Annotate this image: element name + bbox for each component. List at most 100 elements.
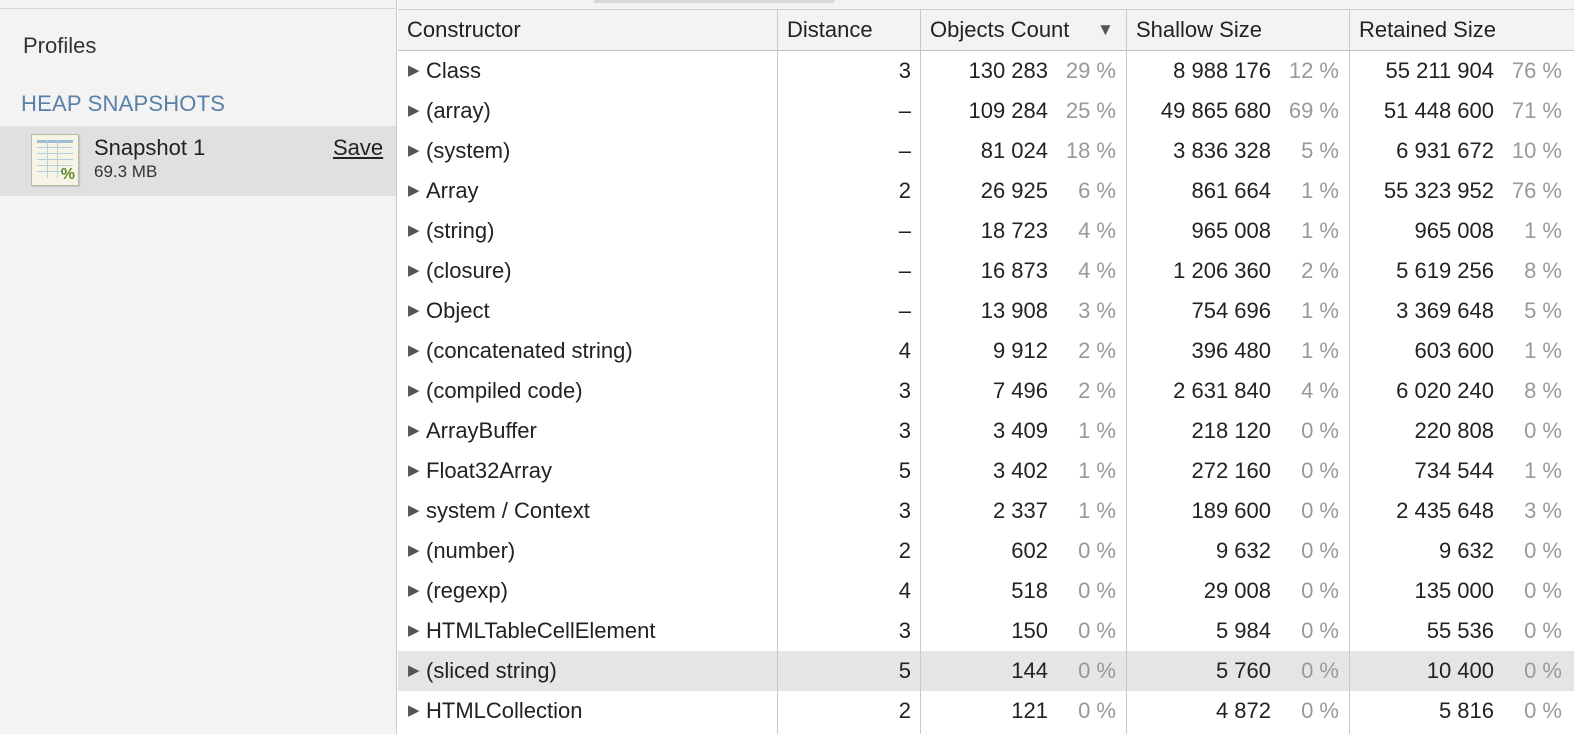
cell-retained-pct: 76 % bbox=[1511, 178, 1562, 203]
snapshot-name: Snapshot 1 bbox=[94, 135, 206, 160]
table-row[interactable]: ▶ HTMLTableCellElement 3 150 0 % 5 984 0 % 55 5… bbox=[398, 611, 1574, 651]
table-row[interactable]: ▶ (sliced string) 5 144 0 % 5 760 0 % 10 400 0 % bbox=[398, 651, 1574, 691]
expand-triangle-icon[interactable]: ▶ bbox=[408, 211, 420, 251]
table-row[interactable]: ▶ ArrayBuffer 3 3 409 1 % 218 120 0 % 220 808 0 … bbox=[398, 411, 1574, 451]
cell-count-pct: 4 % bbox=[1078, 218, 1116, 243]
column-header-distance[interactable]: Distance bbox=[778, 10, 921, 50]
cell-retained: 9 632 bbox=[1438, 538, 1494, 563]
table-row[interactable]: ▶ (regexp) 4 518 0 % 29 008 0 % 135 000 0 % bbox=[398, 571, 1574, 611]
expand-triangle-icon[interactable]: ▶ bbox=[408, 651, 420, 691]
cell-count-pct: 3 % bbox=[1078, 298, 1116, 323]
column-divider[interactable] bbox=[1126, 10, 1127, 734]
cell-retained: 55 536 bbox=[1426, 618, 1494, 643]
cell-distance: – bbox=[898, 98, 911, 123]
constructor-name: ArrayBuffer bbox=[426, 418, 537, 443]
cell-shallow-pct: 1 % bbox=[1301, 338, 1339, 363]
expand-triangle-icon[interactable]: ▶ bbox=[408, 51, 420, 91]
cell-count-pct: 29 % bbox=[1065, 58, 1116, 83]
cell-count-pct: 1 % bbox=[1078, 458, 1116, 483]
cell-shallow: 29 008 bbox=[1203, 578, 1271, 603]
expand-triangle-icon[interactable]: ▶ bbox=[408, 251, 420, 291]
cell-retained-pct: 1 % bbox=[1524, 218, 1562, 243]
expand-triangle-icon[interactable]: ▶ bbox=[408, 371, 420, 411]
cell-shallow: 8 988 176 bbox=[1173, 58, 1271, 83]
cell-shallow-pct: 0 % bbox=[1301, 618, 1339, 643]
cell-retained: 220 808 bbox=[1414, 418, 1494, 443]
cell-distance: 5 bbox=[898, 458, 911, 483]
cell-shallow-pct: 2 % bbox=[1301, 258, 1339, 283]
cell-retained: 965 008 bbox=[1414, 218, 1494, 243]
table-row[interactable]: ▶ (concatenated string) 4 9 912 2 % 396 480 1 … bbox=[398, 331, 1574, 371]
table-row[interactable]: ▶ Object – 13 908 3 % 754 696 1 % 3 369 648 5 % bbox=[398, 291, 1574, 331]
cell-shallow: 218 120 bbox=[1191, 418, 1271, 443]
cell-count-pct: 25 % bbox=[1065, 98, 1116, 123]
column-divider[interactable] bbox=[920, 10, 921, 734]
expand-triangle-icon[interactable]: ▶ bbox=[408, 411, 420, 451]
expand-triangle-icon[interactable]: ▶ bbox=[408, 611, 420, 651]
cell-distance: 4 bbox=[898, 338, 911, 363]
cell-shallow-pct: 4 % bbox=[1301, 378, 1339, 403]
cell-count-pct: 18 % bbox=[1065, 138, 1116, 163]
sort-descending-icon: ▼ bbox=[1097, 20, 1114, 39]
cell-retained-pct: 0 % bbox=[1524, 658, 1562, 683]
cell-retained-pct: 8 % bbox=[1524, 258, 1562, 283]
cell-retained-pct: 8 % bbox=[1524, 378, 1562, 403]
column-header-constructor[interactable]: Constructor bbox=[398, 10, 778, 50]
expand-triangle-icon[interactable]: ▶ bbox=[408, 331, 420, 371]
cell-shallow-pct: 1 % bbox=[1301, 298, 1339, 323]
table-row[interactable]: ▶ Array 2 26 925 6 % 861 664 1 % 55 323 952 76 % bbox=[398, 171, 1574, 211]
save-snapshot-link[interactable]: Save bbox=[333, 135, 383, 161]
expand-triangle-icon[interactable]: ▶ bbox=[408, 571, 420, 611]
column-divider[interactable] bbox=[1349, 10, 1350, 734]
cell-retained-pct: 5 % bbox=[1524, 298, 1562, 323]
table-row[interactable]: ▶ (array) – 109 284 25 % 49 865 680 69 % 51 448… bbox=[398, 91, 1574, 131]
cell-distance: 2 bbox=[898, 538, 911, 563]
cell-count-pct: 4 % bbox=[1078, 258, 1116, 283]
column-divider[interactable] bbox=[777, 10, 778, 734]
expand-triangle-icon[interactable]: ▶ bbox=[408, 491, 420, 531]
objects-count-label: Objects Count bbox=[930, 17, 1070, 42]
cell-distance: – bbox=[898, 298, 911, 323]
cell-distance: 3 bbox=[898, 418, 911, 443]
expand-triangle-icon[interactable]: ▶ bbox=[408, 691, 420, 731]
sidebar-item-snapshot-1[interactable]: % Snapshot 1 69.3 MB Save bbox=[0, 126, 396, 196]
table-row[interactable]: ▶ (compiled code) 3 7 496 2 % 2 631 840 4 % 6 0… bbox=[398, 371, 1574, 411]
cell-shallow-pct: 1 % bbox=[1301, 218, 1339, 243]
cell-shallow-pct: 1 % bbox=[1301, 178, 1339, 203]
table-row[interactable]: ▶ (closure) – 16 873 4 % 1 206 360 2 % 5 619 25… bbox=[398, 251, 1574, 291]
cell-retained: 10 400 bbox=[1426, 658, 1494, 683]
table-row[interactable]: ▶ Class 3 130 283 29 % 8 988 176 12 % 55 211 90… bbox=[398, 51, 1574, 91]
expand-triangle-icon[interactable]: ▶ bbox=[408, 171, 420, 211]
cell-count-pct: 6 % bbox=[1078, 178, 1116, 203]
cell-shallow: 5 984 bbox=[1215, 618, 1271, 643]
constructor-name: Array bbox=[426, 178, 479, 203]
expand-triangle-icon[interactable]: ▶ bbox=[408, 291, 420, 331]
cell-shallow: 2 631 840 bbox=[1173, 378, 1271, 403]
cell-retained: 135 000 bbox=[1414, 578, 1494, 603]
table-row[interactable]: ▶ HTMLCollection 2 121 0 % 4 872 0 % 5 816 0 % bbox=[398, 691, 1574, 731]
table-row[interactable]: ▶ (number) 2 602 0 % 9 632 0 % 9 632 0 % bbox=[398, 531, 1574, 571]
table-row[interactable]: ▶ system / Context 3 2 337 1 % 189 600 0 % 2 43… bbox=[398, 491, 1574, 531]
column-header-shallow-size[interactable]: Shallow Size bbox=[1127, 10, 1350, 50]
cell-distance: 3 bbox=[898, 58, 911, 83]
table-row[interactable]: ▶ (system) – 81 024 18 % 3 836 328 5 % 6 931 67… bbox=[398, 131, 1574, 171]
cell-count-pct: 1 % bbox=[1078, 418, 1116, 443]
constructor-name: (regexp) bbox=[426, 578, 508, 603]
constructor-name: (number) bbox=[426, 538, 516, 563]
cell-shallow: 965 008 bbox=[1191, 218, 1271, 243]
cell-distance: 3 bbox=[898, 498, 911, 523]
constructor-name: (concatenated string) bbox=[426, 338, 633, 363]
table-row[interactable]: ▶ Float32Array 5 3 402 1 % 272 160 0 % 734 544 1… bbox=[398, 451, 1574, 491]
cell-retained: 734 544 bbox=[1414, 458, 1494, 483]
cell-shallow-pct: 12 % bbox=[1288, 58, 1339, 83]
expand-triangle-icon[interactable]: ▶ bbox=[408, 131, 420, 171]
table-row[interactable]: ▶ (string) – 18 723 4 % 965 008 1 % 965 008 1 % bbox=[398, 211, 1574, 251]
expand-triangle-icon[interactable]: ▶ bbox=[408, 531, 420, 571]
cell-distance: 2 bbox=[898, 178, 911, 203]
column-header-retained-size[interactable]: Retained Size bbox=[1350, 10, 1574, 50]
cell-shallow: 4 872 bbox=[1215, 698, 1271, 723]
cell-distance: – bbox=[898, 138, 911, 163]
constructor-name: Object bbox=[426, 298, 490, 323]
expand-triangle-icon[interactable]: ▶ bbox=[408, 91, 420, 131]
expand-triangle-icon[interactable]: ▶ bbox=[408, 451, 420, 491]
